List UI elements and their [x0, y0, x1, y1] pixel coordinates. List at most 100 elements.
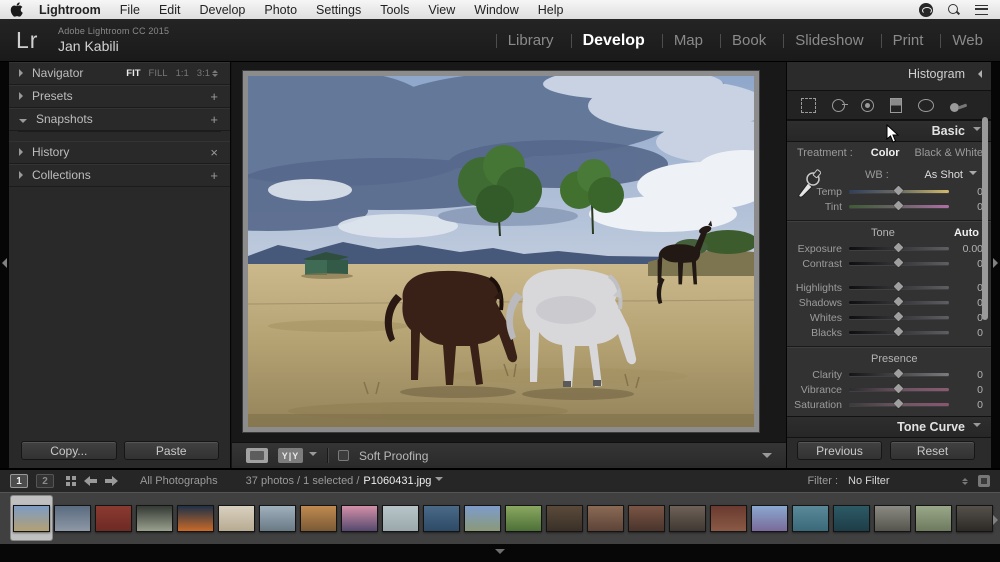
- slider-value[interactable]: 0: [949, 282, 983, 294]
- filmstrip-thumbnail[interactable]: [11, 496, 52, 540]
- spot-removal-icon[interactable]: [832, 99, 845, 112]
- slider-thumb[interactable]: [894, 384, 904, 394]
- filmstrip-thumbnail[interactable]: [954, 496, 995, 540]
- zoom-option[interactable]: FILL: [149, 68, 168, 79]
- filmstrip-thumbnail[interactable]: [93, 496, 134, 540]
- module-tab[interactable]: Book: [706, 32, 769, 49]
- crop-overlay-icon[interactable]: [801, 98, 816, 113]
- slider-track[interactable]: [849, 190, 949, 193]
- slider-track[interactable]: [849, 403, 949, 406]
- left-panel-collapse-strip[interactable]: [0, 62, 9, 468]
- panel-header[interactable]: History ×: [9, 141, 230, 164]
- paste-button[interactable]: Paste: [124, 441, 220, 460]
- wb-dropdown-caret-icon[interactable]: [969, 171, 977, 179]
- forward-arrow-icon[interactable]: [105, 476, 118, 486]
- panel-action-icon[interactable]: +: [210, 89, 218, 104]
- slider-thumb[interactable]: [894, 369, 904, 379]
- slider-value[interactable]: 0: [949, 384, 983, 396]
- menu-item[interactable]: Window: [474, 3, 518, 17]
- filter-dropdown[interactable]: No Filter: [848, 475, 968, 487]
- slider-thumb[interactable]: [894, 258, 904, 268]
- slider-value[interactable]: 0: [949, 399, 983, 411]
- filmstrip-thumbnail[interactable]: [421, 496, 462, 540]
- main-window-button[interactable]: 1: [10, 474, 28, 488]
- filmstrip-thumbnail[interactable]: [216, 496, 257, 540]
- menu-item[interactable]: View: [428, 3, 455, 17]
- toolbar-content-caret-icon[interactable]: [762, 453, 772, 458]
- slider-value[interactable]: 0: [949, 297, 983, 309]
- slider-track[interactable]: [849, 301, 949, 304]
- slider-track[interactable]: [849, 205, 949, 208]
- slider-thumb[interactable]: [894, 282, 904, 292]
- treatment-color-option[interactable]: Color: [871, 147, 900, 159]
- slider-thumb[interactable]: [894, 399, 904, 409]
- menu-item[interactable]: Edit: [159, 3, 181, 17]
- filmstrip-thumbnail[interactable]: [503, 496, 544, 540]
- filmstrip-collapse-strip[interactable]: [0, 544, 1000, 562]
- panel-header[interactable]: Presets +: [9, 85, 230, 108]
- red-eye-correction-icon[interactable]: [861, 99, 874, 112]
- photo-canvas[interactable]: [243, 71, 759, 432]
- filmstrip-thumbnail[interactable]: [790, 496, 831, 540]
- slider-track[interactable]: [849, 262, 949, 265]
- spotlight-search-icon[interactable]: [948, 4, 960, 16]
- filmstrip-thumbnail[interactable]: [380, 496, 421, 540]
- tone-auto-button[interactable]: Auto: [954, 227, 979, 239]
- slider-track[interactable]: [849, 373, 949, 376]
- filmstrip-thumbnail[interactable]: [52, 496, 93, 540]
- filmstrip-thumbnail[interactable]: [708, 496, 749, 540]
- panel-action-icon[interactable]: +: [210, 168, 218, 183]
- panel-header[interactable]: Collections +: [9, 164, 230, 187]
- histogram-panel-header[interactable]: Histogram: [787, 62, 991, 86]
- slider-thumb[interactable]: [894, 186, 904, 196]
- before-after-view-icon[interactable]: Y|Y: [278, 448, 303, 463]
- filmstrip-thumbnail[interactable]: [831, 496, 872, 540]
- menu-item[interactable]: Photo: [264, 3, 297, 17]
- menu-item[interactable]: Help: [538, 3, 564, 17]
- slider-thumb[interactable]: [894, 201, 904, 211]
- tone-curve-panel-header[interactable]: Tone Curve: [787, 416, 991, 438]
- menu-item[interactable]: Lightroom: [39, 3, 101, 17]
- second-window-button[interactable]: 2: [36, 474, 54, 488]
- slider-value[interactable]: 0.00: [949, 243, 983, 255]
- filmstrip-thumbnail[interactable]: [667, 496, 708, 540]
- slider-value[interactable]: 0: [949, 312, 983, 324]
- loupe-view-icon[interactable]: [246, 448, 268, 463]
- filmstrip-thumbnail[interactable]: [257, 496, 298, 540]
- copy-button[interactable]: Copy...: [21, 441, 117, 460]
- slider-value[interactable]: 0: [949, 201, 983, 213]
- filmstrip-thumbnail[interactable]: [462, 496, 503, 540]
- creative-cloud-icon[interactable]: [919, 3, 933, 17]
- zoom-option[interactable]: 1:1: [176, 68, 189, 79]
- menu-item[interactable]: Develop: [200, 3, 246, 17]
- wb-dropdown-value[interactable]: As Shot: [924, 169, 963, 181]
- notification-center-icon[interactable]: [975, 5, 988, 15]
- filmstrip-thumbnail[interactable]: [134, 496, 175, 540]
- menu-item[interactable]: Tools: [380, 3, 409, 17]
- menu-item[interactable]: File: [120, 3, 140, 17]
- filmstrip-next-icon[interactable]: [993, 515, 998, 525]
- reset-button[interactable]: Reset: [890, 441, 975, 460]
- module-tab[interactable]: Slideshow: [769, 32, 866, 49]
- zoom-option[interactable]: FIT: [126, 68, 140, 79]
- radial-filter-icon[interactable]: [918, 99, 934, 112]
- slider-thumb[interactable]: [894, 312, 904, 322]
- treatment-bw-option[interactable]: Black & White: [915, 147, 983, 159]
- menu-item[interactable]: Settings: [316, 3, 361, 17]
- module-tab[interactable]: Develop: [557, 32, 648, 50]
- module-tab[interactable]: Web: [926, 32, 986, 49]
- apple-icon[interactable]: [10, 2, 23, 17]
- filmstrip-thumbnail[interactable]: [626, 496, 667, 540]
- previous-button[interactable]: Previous: [797, 441, 882, 460]
- right-panel-collapse-strip[interactable]: [991, 62, 1000, 468]
- panel-action-icon[interactable]: +: [210, 112, 218, 127]
- filmstrip-status[interactable]: 37 photos / 1 selected / P1060431.jpg: [246, 475, 444, 487]
- slider-thumb[interactable]: [894, 243, 904, 253]
- filmstrip-thumbnail[interactable]: [175, 496, 216, 540]
- slider-value[interactable]: 0: [949, 186, 983, 198]
- filmstrip-thumbnail[interactable]: [872, 496, 913, 540]
- soft-proofing-checkbox[interactable]: [338, 450, 349, 461]
- filmstrip-thumbnail[interactable]: [585, 496, 626, 540]
- module-tab[interactable]: Print: [867, 32, 927, 49]
- slider-value[interactable]: 0: [949, 327, 983, 339]
